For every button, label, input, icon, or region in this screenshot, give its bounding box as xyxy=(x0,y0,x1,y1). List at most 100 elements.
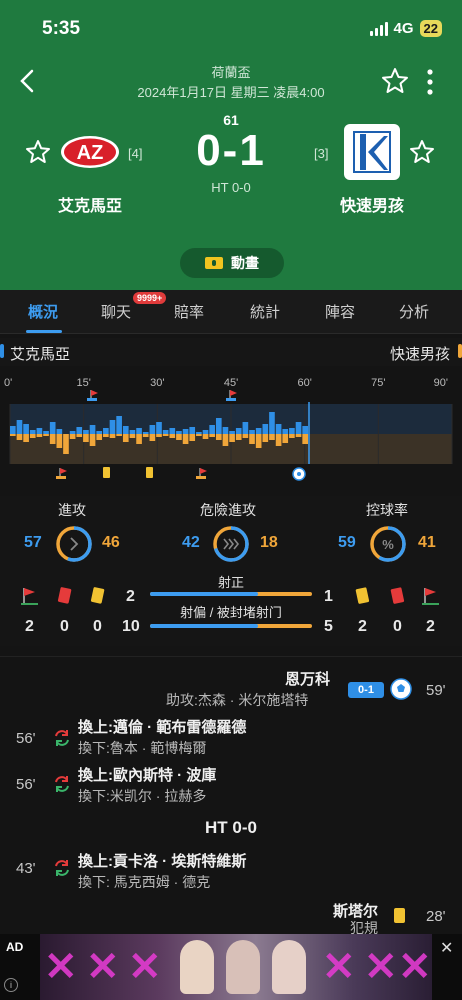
x-mark-icon: ✕ xyxy=(322,945,356,989)
away-rank: [3] xyxy=(314,146,329,161)
away-team-name[interactable]: 快速男孩 xyxy=(312,192,432,216)
momentum-teams: 艾克馬亞 快速男孩 xyxy=(0,338,462,366)
away-pressure-bar xyxy=(302,434,308,444)
shots-off-label: 射偏 / 被封堵射门 xyxy=(180,605,282,620)
home-pressure-bar xyxy=(275,424,282,434)
away-pressure-bar xyxy=(215,434,222,440)
home-pressure-bar xyxy=(76,427,83,434)
sub2-in[interactable]: 換上:歐內斯特 · 波庫 xyxy=(78,764,216,785)
away-pressure-bar xyxy=(109,434,116,438)
fast-forward-icon xyxy=(223,538,240,550)
possession-home: 59 xyxy=(338,534,356,551)
signal-icon xyxy=(369,21,388,36)
home-pressure-bar xyxy=(182,429,189,434)
away-favorite-star-icon[interactable] xyxy=(408,138,436,166)
home-team-name[interactable]: 艾克馬亞 xyxy=(30,192,150,216)
home-yellow-cards: 0 xyxy=(93,618,102,635)
yellow-card-icon xyxy=(90,587,105,604)
divider xyxy=(0,656,462,657)
momentum-tick-label: 0' xyxy=(4,377,12,389)
momentum-tick-label: 15' xyxy=(76,377,90,389)
away-pressure-bar xyxy=(242,434,249,438)
sub3-out[interactable]: 換下: 馬克西姆 · 德克 xyxy=(78,872,210,892)
animation-button[interactable]: 動畫 xyxy=(180,248,284,278)
tab-stats[interactable]: 統計 xyxy=(250,301,280,322)
chat-badge: 9999+ xyxy=(133,292,167,304)
red-card-icon xyxy=(57,587,72,604)
corner-flag-icon xyxy=(226,390,237,401)
ad-info-icon[interactable]: i xyxy=(4,978,18,992)
favorite-star-icon[interactable] xyxy=(380,66,410,96)
pitch-icon xyxy=(205,257,223,269)
sub2-minute: 56' xyxy=(16,776,36,793)
home-pressure-bar xyxy=(83,430,89,434)
away-pressure-bar xyxy=(229,434,235,442)
home-team-logo[interactable]: AZ xyxy=(60,134,120,170)
away-pressure-bar xyxy=(136,434,142,444)
home-pressure-bar xyxy=(96,431,103,434)
tab-overview[interactable]: 概況 xyxy=(28,301,58,322)
home-favorite-star-icon[interactable] xyxy=(24,138,52,166)
character-image xyxy=(272,940,306,994)
shots-on-bar xyxy=(150,592,312,596)
ad-banner[interactable]: AD i ✕ ✕ ✕ ✕ ✕ ✕ ✕ xyxy=(0,934,462,1000)
goal-player[interactable]: 恩万科 xyxy=(285,668,330,689)
away-pressure-bar xyxy=(69,434,76,439)
goal-minute: 59' xyxy=(426,682,446,699)
yellow-card-icon xyxy=(146,467,153,478)
away-color-marker xyxy=(458,344,462,358)
active-tab-indicator xyxy=(26,330,62,333)
sub1-in[interactable]: 換上:邁倫 · 範布雷德羅德 xyxy=(78,716,246,737)
away-pressure-bar xyxy=(176,434,182,440)
substitution-icon xyxy=(55,776,69,792)
momentum-chart[interactable]: 0' 15' 30' 45' 60' 75' 90' xyxy=(0,370,462,490)
home-pressure-bar xyxy=(136,428,142,434)
away-pressure-bar xyxy=(16,434,23,440)
close-icon[interactable]: ✕ xyxy=(440,938,453,958)
shots-off-away: 5 xyxy=(324,618,333,635)
dangerous-attacks-label: 危險進攻 xyxy=(200,502,256,518)
yellow-card-icon xyxy=(103,467,110,478)
sub2-out[interactable]: 換下:米凯尔 · 拉赫多 xyxy=(78,786,206,806)
events-list: 恩万科 助攻:杰森 · 米尔施塔特 0-1 59' 56' 換上:邁倫 · 範布… xyxy=(0,656,462,938)
home-pressure-bar xyxy=(282,429,289,434)
away-pressure-bar xyxy=(249,434,255,444)
goal-assist: 助攻:杰森 · 米尔施塔特 xyxy=(166,692,309,708)
red-card-icon xyxy=(390,587,405,604)
away-pressure-bar xyxy=(295,434,302,437)
yellow-card-icon xyxy=(355,587,370,604)
ad-image[interactable]: ✕ ✕ ✕ ✕ ✕ ✕ xyxy=(40,934,432,1000)
away-pressure-bar xyxy=(56,434,63,448)
yellow-card-icon xyxy=(394,908,405,923)
svg-text:AZ: AZ xyxy=(77,142,104,164)
character-image xyxy=(180,940,214,994)
home-pressure-bar xyxy=(129,430,136,434)
dangerous-away: 18 xyxy=(260,534,278,551)
tab-lineups[interactable]: 陣容 xyxy=(325,301,355,322)
shots-off-bar xyxy=(150,624,312,628)
battery-icon: 22 xyxy=(419,20,442,37)
home-pressure-bar xyxy=(209,425,215,434)
more-options-icon[interactable] xyxy=(418,66,442,98)
home-pressure-bar xyxy=(36,428,43,434)
character-image xyxy=(226,940,260,994)
sub1-out[interactable]: 換下:魯本 · 範博梅爾 xyxy=(78,738,206,758)
sub3-in[interactable]: 換上:貢卡洛 · 埃斯特維斯 xyxy=(78,850,246,871)
away-pressure-bar xyxy=(189,434,196,441)
momentum-tick-label: 75' xyxy=(371,377,385,389)
home-pressure-bar xyxy=(43,431,49,434)
home-pressure-bar xyxy=(222,427,229,434)
home-pressure-bar xyxy=(176,431,182,434)
corner-flag-icon xyxy=(422,588,439,605)
x-mark-icon: ✕ xyxy=(128,945,162,989)
away-team-logo[interactable] xyxy=(344,124,400,180)
home-corners: 2 xyxy=(25,618,34,635)
home-pressure-bar xyxy=(142,432,149,434)
tab-chat[interactable]: 聊天 xyxy=(101,301,131,322)
home-pressure-bar xyxy=(156,422,162,434)
tab-analysis[interactable]: 分析 xyxy=(399,301,429,322)
tab-odds[interactable]: 賠率 xyxy=(174,301,204,322)
home-pressure-bar xyxy=(103,428,109,434)
momentum-tick-label: 30' xyxy=(150,377,164,389)
attacks-ring xyxy=(56,526,92,562)
